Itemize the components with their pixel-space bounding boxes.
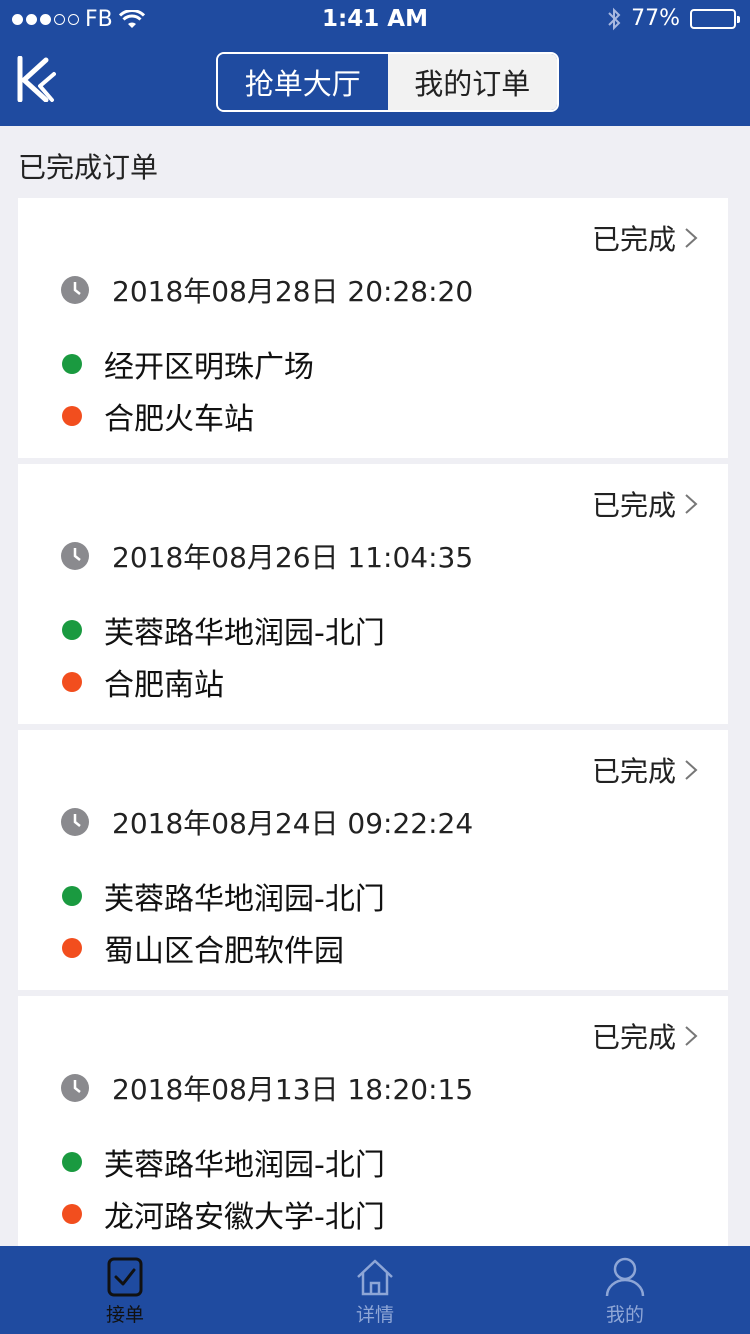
tab-my-orders[interactable]: 我的订单 [387, 54, 557, 110]
order-time-row: 2018年08月28日 20:28:20 [60, 270, 473, 310]
destination-dot-icon [62, 406, 82, 426]
destination-address: 龙河路安徽大学-北门 [104, 1200, 385, 1235]
order-status[interactable]: 已完成 [592, 218, 698, 258]
battery-icon [690, 8, 740, 29]
order-time-row: 2018年08月26日 11:04:35 [60, 536, 473, 576]
home-icon [357, 1259, 393, 1296]
order-time: 2018年08月26日 11:04:35 [112, 541, 474, 574]
order-time-row: 2018年08月13日 18:20:15 [60, 1068, 473, 1108]
clock-icon [61, 276, 89, 304]
clock-icon [61, 542, 89, 570]
order-status-label: 已完成 [591, 755, 676, 788]
destination-dot-icon [62, 938, 82, 958]
origin-dot-icon [62, 620, 82, 640]
origin-address: 经开区明珠广场 [104, 350, 314, 385]
order-time: 2018年08月13日 18:20:15 [112, 1073, 474, 1106]
origin-dot-icon [62, 1152, 82, 1172]
status-right: 77% [607, 6, 740, 31]
destination-row: 蜀山区合肥软件园 [62, 926, 344, 970]
origin-dot-icon [62, 886, 82, 906]
origin-address: 芙蓉路华地润园-北门 [104, 616, 385, 651]
clock-icon [61, 808, 89, 836]
battery-percent: 77% [631, 6, 680, 31]
clipboard-check-icon [107, 1257, 143, 1297]
top-bar: FB 1:41 AM 77% 抢单大厅 我的订单 [0, 0, 750, 126]
tab-accept-orders[interactable]: 接单 [0, 1246, 250, 1334]
order-status-label: 已完成 [591, 223, 676, 256]
destination-dot-icon [62, 1204, 82, 1224]
tab-order-hall[interactable]: 抢单大厅 [218, 54, 388, 110]
order-status[interactable]: 已完成 [592, 1016, 698, 1056]
chevron-right-icon [685, 228, 698, 248]
destination-row: 合肥南站 [62, 660, 224, 704]
origin-dot-icon [62, 354, 82, 374]
destination-address: 合肥火车站 [104, 402, 254, 437]
section-title: 已完成订单 [18, 151, 159, 184]
order-card[interactable]: 已完成 2018年08月28日 20:28:20 经开区明珠广场 合肥火车站 [18, 198, 728, 458]
bluetooth-icon [608, 7, 621, 30]
app-logo-icon [17, 56, 56, 102]
origin-address: 芙蓉路华地润园-北门 [104, 1148, 385, 1183]
order-segmented-control: 抢单大厅 我的订单 [216, 52, 559, 112]
destination-row: 龙河路安徽大学-北门 [62, 1192, 385, 1236]
destination-dot-icon [62, 672, 82, 692]
origin-row: 芙蓉路华地润园-北门 [62, 1140, 385, 1184]
chevron-right-icon [685, 494, 698, 514]
order-card[interactable]: 已完成 2018年08月24日 09:22:24 芙蓉路华地润园-北门 蜀山区合… [18, 730, 728, 990]
destination-address: 合肥南站 [104, 668, 224, 703]
clock-icon [61, 1074, 89, 1102]
order-time: 2018年08月24日 09:22:24 [112, 807, 474, 840]
order-status-label: 已完成 [591, 489, 676, 522]
order-time-row: 2018年08月24日 09:22:24 [60, 802, 473, 842]
status-bar: FB 1:41 AM 77% [0, 0, 750, 40]
destination-row: 合肥火车站 [62, 394, 254, 438]
order-time: 2018年08月28日 20:28:20 [112, 275, 474, 308]
tab-label: 详情 [355, 1304, 394, 1326]
origin-row: 芙蓉路华地润园-北门 [62, 608, 385, 652]
origin-row: 经开区明珠广场 [62, 342, 314, 386]
order-card[interactable]: 已完成 2018年08月13日 18:20:15 芙蓉路华地润园-北门 龙河路安… [18, 996, 728, 1256]
tab-mine[interactable]: 我的 [500, 1246, 750, 1334]
bottom-tab-bar: 接单 详情 我的 [0, 1246, 750, 1334]
order-status[interactable]: 已完成 [592, 484, 698, 524]
order-status[interactable]: 已完成 [592, 750, 698, 790]
chevron-right-icon [685, 1026, 698, 1046]
chevron-right-icon [685, 760, 698, 780]
destination-address: 蜀山区合肥软件园 [104, 934, 344, 969]
tab-details[interactable]: 详情 [250, 1246, 500, 1334]
order-card[interactable]: 已完成 2018年08月26日 11:04:35 芙蓉路华地润园-北门 合肥南站 [18, 464, 728, 724]
tab-label: 接单 [105, 1304, 144, 1326]
origin-row: 芙蓉路华地润园-北门 [62, 874, 385, 918]
tab-label: 我的 [605, 1304, 644, 1326]
origin-address: 芙蓉路华地润园-北门 [104, 882, 385, 917]
order-status-label: 已完成 [591, 1021, 676, 1054]
user-icon [605, 1257, 645, 1297]
